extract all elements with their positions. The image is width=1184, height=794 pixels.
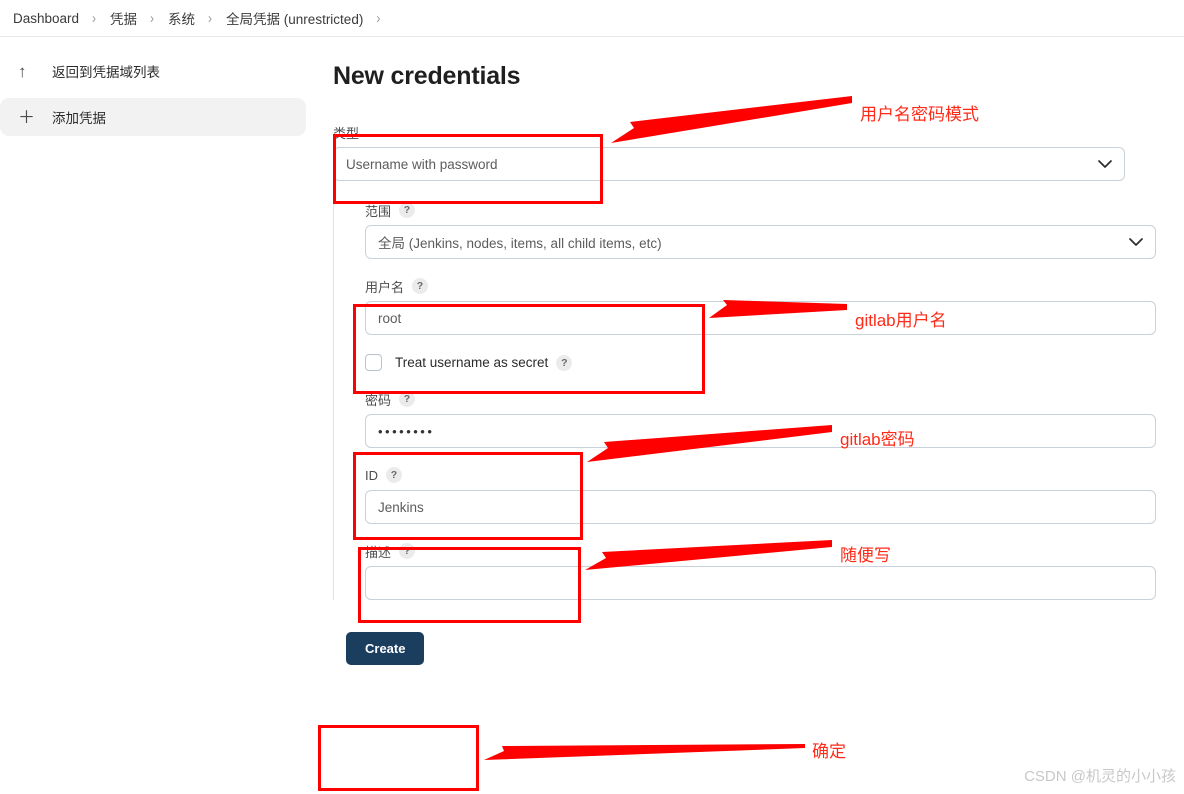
help-icon[interactable]: ?: [399, 391, 416, 407]
credential-details-section: 范围 ? 全局 (Jenkins, nodes, items, all chil…: [333, 202, 1173, 600]
page-root: Dashboard › 凭据 › 系统 › 全局凭据 (unrestricted…: [0, 0, 1184, 794]
breadcrumb-item-dashboard[interactable]: Dashboard: [10, 11, 82, 26]
username-field-group: 用户名 ? root: [365, 278, 1173, 335]
password-field-label: 密码 ?: [365, 391, 1173, 408]
breadcrumb-item-global-credentials[interactable]: 全局凭据 (unrestricted): [223, 8, 366, 28]
arrow-to-create: [484, 744, 805, 760]
description-field-label: 描述 ?: [365, 543, 1173, 560]
chevron-down-icon: [1129, 237, 1143, 247]
password-input[interactable]: ••••••••: [365, 414, 1156, 448]
sidebar-item-label: 返回到凭据域列表: [52, 65, 160, 80]
watermark: CSDN @机灵的小小孩: [1024, 768, 1176, 785]
scope-field-group: 范围 ? 全局 (Jenkins, nodes, items, all chil…: [365, 202, 1173, 259]
breadcrumb-item-system[interactable]: 系统: [165, 8, 198, 28]
description-label-text: 描述: [365, 544, 392, 560]
credentials-form: New credentials 类型 Username with passwor…: [333, 62, 1173, 665]
type-select-value: Username with password: [346, 156, 498, 172]
id-input-value: Jenkins: [378, 499, 424, 515]
password-input-value: ••••••••: [378, 423, 435, 439]
id-label-text: ID: [365, 467, 378, 483]
plus-icon: ＋: [18, 107, 35, 127]
type-select[interactable]: Username with password: [333, 147, 1125, 181]
breadcrumb-separator: ›: [208, 9, 213, 27]
annotation-label-create: 确定: [812, 742, 846, 761]
help-icon[interactable]: ?: [556, 354, 573, 371]
sidebar-item-label: 添加凭据: [52, 111, 106, 126]
breadcrumb-separator: ›: [92, 9, 97, 27]
help-icon[interactable]: ?: [399, 202, 416, 218]
username-label-text: 用户名: [365, 279, 405, 295]
breadcrumb-separator: ›: [376, 9, 381, 27]
treat-username-as-secret-checkbox[interactable]: [365, 354, 382, 371]
sidebar: ↑ 返回到凭据域列表 ＋ 添加凭据: [0, 52, 306, 144]
page-title: New credentials: [333, 62, 521, 90]
scope-field-label: 范围 ?: [365, 202, 1173, 219]
id-field-group: ID ? Jenkins: [365, 467, 1173, 524]
description-field-group: 描述 ?: [365, 543, 1173, 600]
sidebar-item-add-credentials[interactable]: ＋ 添加凭据: [0, 98, 306, 136]
type-label-text: 类型: [333, 125, 360, 141]
scope-select-value: 全局 (Jenkins, nodes, items, all child ite…: [378, 236, 662, 251]
scope-select[interactable]: 全局 (Jenkins, nodes, items, all child ite…: [365, 225, 1156, 259]
username-input[interactable]: root: [365, 301, 1156, 335]
password-label-text: 密码: [365, 392, 392, 408]
type-field-label: 类型: [333, 124, 1125, 141]
username-field-label: 用户名 ?: [365, 278, 1173, 295]
description-input[interactable]: [365, 566, 1156, 600]
help-icon[interactable]: ?: [412, 278, 429, 294]
type-field-group: 类型 Username with password: [333, 124, 1125, 181]
chevron-down-icon: [1098, 159, 1112, 169]
scope-label-text: 范围: [365, 203, 392, 219]
breadcrumb-item-credentials[interactable]: 凭据: [107, 8, 140, 28]
create-button[interactable]: Create: [346, 632, 425, 665]
arrow-up-icon: ↑: [18, 61, 27, 81]
password-field-group: 密码 ? ••••••••: [365, 391, 1173, 448]
id-field-label: ID ?: [365, 467, 1173, 483]
sidebar-item-back-to-domain-list[interactable]: ↑ 返回到凭据域列表: [0, 52, 306, 90]
breadcrumb: Dashboard › 凭据 › 系统 › 全局凭据 (unrestricted…: [0, 0, 1184, 37]
treat-username-as-secret-row: Treat username as secret ?: [365, 354, 1173, 371]
breadcrumb-separator: ›: [150, 9, 155, 27]
id-input[interactable]: Jenkins: [365, 490, 1156, 524]
username-input-value: root: [378, 310, 402, 326]
help-icon[interactable]: ?: [399, 543, 416, 559]
treat-username-as-secret-label: Treat username as secret: [395, 355, 549, 370]
annotation-box-create: [318, 725, 479, 791]
help-icon[interactable]: ?: [386, 467, 402, 483]
